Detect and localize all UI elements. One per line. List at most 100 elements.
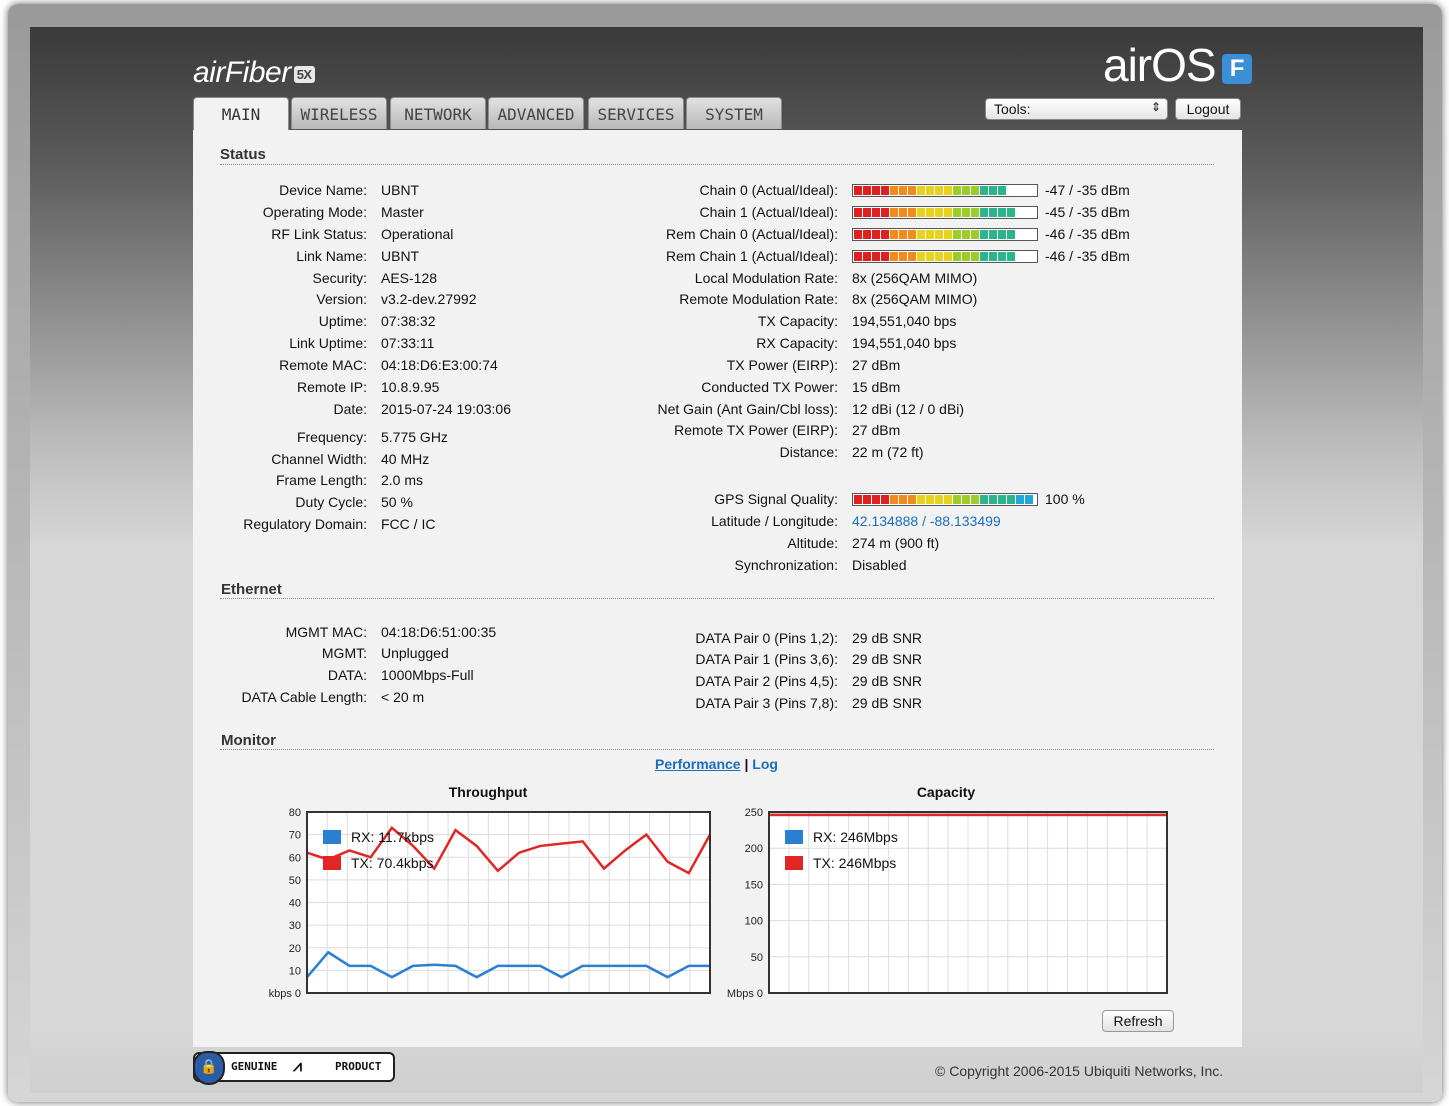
data-cable-length-label: DATA Cable Length: <box>241 689 367 705</box>
signal-cell <box>962 252 970 261</box>
latitude-longitude-label: Latitude / Longitude: <box>711 513 838 529</box>
signal-cell <box>962 230 970 239</box>
data-pair-2-pins-4-5-value: 29 dB SNR <box>852 673 923 689</box>
data-pair-0-pins-1-2-value: 29 dB SNR <box>852 630 923 646</box>
operating-mode-label: Operating Mode: <box>262 204 367 220</box>
data-pair-1-pins-3-6-value: 29 dB SNR <box>852 651 923 667</box>
rf-link-status-value: Operational <box>381 226 454 242</box>
data-pair-0-pins-1-2-label: DATA Pair 0 (Pins 1,2): <box>695 630 838 646</box>
signal-cell <box>881 186 889 195</box>
signal-cell <box>1025 186 1033 195</box>
gps-signal-bar <box>852 493 1038 506</box>
net-gain-ant-gain-cbl-loss-value: 12 dBi (12 / 0 dBi) <box>852 401 965 417</box>
signal-cell <box>962 186 970 195</box>
airos-logo: airOS F <box>1103 38 1252 92</box>
channel-width-label: Channel Width: <box>271 451 367 467</box>
version-label: Version: <box>316 291 367 307</box>
distance-label: Distance: <box>779 444 838 460</box>
status-section-title: Status <box>220 146 266 163</box>
signal-cell <box>989 495 997 504</box>
signal-cell <box>863 230 871 239</box>
link-separator: | <box>744 756 749 772</box>
signal-cell <box>854 230 862 239</box>
signal-cell <box>1025 230 1033 239</box>
signal-cell <box>953 208 961 217</box>
y-tick-label: 10 <box>289 965 301 977</box>
remote-ip-value: 10.8.9.95 <box>381 379 440 395</box>
performance-link[interactable]: Performance <box>655 756 741 772</box>
data-pair-2-pins-4-5-label: DATA Pair 2 (Pins 4,5): <box>695 673 838 689</box>
latitude-longitude-value[interactable]: 42.134888 / -88.133499 <box>852 511 1001 531</box>
signal-cell <box>926 252 934 261</box>
signal-cell <box>1025 252 1033 261</box>
mgmt-label: MGMT: <box>321 645 367 661</box>
legend-swatch-rx-11-7kbps <box>323 830 341 844</box>
y-tick-label: 40 <box>289 898 301 910</box>
signal-cell <box>872 186 880 195</box>
y-tick-label: 30 <box>289 920 301 932</box>
uptime-label: Uptime: <box>318 313 367 329</box>
signal-cell <box>980 252 988 261</box>
tab-services[interactable]: SERVICES <box>588 97 684 129</box>
signal-cell <box>1016 495 1024 504</box>
y-tick-label: 60 <box>289 852 301 864</box>
signal-cell <box>971 252 979 261</box>
ethernet-divider <box>220 598 1214 599</box>
signal-cell <box>944 252 952 261</box>
rem-chain-1-actual-ideal-label: Rem Chain 1 (Actual/Ideal): <box>666 248 838 264</box>
legend-label: RX: 11.7kbps <box>351 829 434 845</box>
logout-button[interactable]: Logout <box>1175 98 1241 120</box>
signal-cell <box>908 230 916 239</box>
signal-cell <box>989 208 997 217</box>
signal-cell <box>971 495 979 504</box>
regulatory-domain-label: Regulatory Domain: <box>243 516 367 532</box>
signal-cell <box>1025 495 1033 504</box>
mgmt-value: Unplugged <box>381 645 449 661</box>
signal-cell <box>935 495 943 504</box>
signal-cell <box>998 186 1006 195</box>
link-uptime-value: 07:33:11 <box>381 335 435 351</box>
chain-1-actual-ideal-value: -45 / -35 dBm <box>1045 204 1130 220</box>
signal-cell <box>980 208 988 217</box>
capacity-chart-title: Capacity <box>916 784 976 800</box>
status-divider <box>220 164 1214 165</box>
conducted-tx-power-label: Conducted TX Power: <box>701 379 838 395</box>
tab-advanced[interactable]: ADVANCED <box>488 97 584 129</box>
signal-cell <box>1007 230 1015 239</box>
synchronization-label: Synchronization: <box>734 557 838 573</box>
signal-cell <box>935 252 943 261</box>
genuine-product-badge: 🔒 GENUINE ⩘ PRODUCT <box>193 1051 395 1085</box>
link-name-label: Link Name: <box>296 248 367 264</box>
signal-cell <box>917 252 925 261</box>
rx-capacity-label: RX Capacity: <box>756 335 838 351</box>
tab-main[interactable]: MAIN <box>193 97 289 131</box>
logo-fiber-text: Fiber <box>224 56 291 89</box>
chain-1-actual-ideal-signal-bar <box>852 206 1038 219</box>
log-link[interactable]: Log <box>752 756 778 772</box>
throughput-chart: kbps 0 10 20 30 40 50 60 70 80 RX: 11.7kbps TX: 70… <box>269 807 712 1000</box>
signal-cell <box>863 495 871 504</box>
refresh-button[interactable]: Refresh <box>1102 1010 1174 1032</box>
channel-width-value: 40 MHz <box>381 451 430 467</box>
tab-network[interactable]: NETWORK <box>390 97 486 129</box>
rem-chain-1-actual-ideal-value: -46 / -35 dBm <box>1045 248 1130 264</box>
chain-0-actual-ideal-signal-bar <box>852 184 1038 197</box>
tools-select-value: Tools: <box>994 101 1031 117</box>
signal-cell <box>1016 208 1024 217</box>
synchronization-value: Disabled <box>852 557 907 573</box>
y-tick-label: 50 <box>289 875 301 887</box>
signal-cell <box>899 495 907 504</box>
frequency-value: 5.775 GHz <box>381 429 448 445</box>
security-label: Security: <box>312 270 367 286</box>
tab-wireless[interactable]: WIRELESS <box>291 97 387 129</box>
signal-cell <box>872 252 880 261</box>
signal-cell <box>881 208 889 217</box>
signal-cell <box>998 208 1006 217</box>
signal-cell <box>890 230 898 239</box>
tools-select[interactable]: Tools: ⇕ <box>985 98 1168 120</box>
signal-cell <box>908 208 916 217</box>
copyright-text: © Copyright 2006-2015 Ubiquiti Networks,… <box>935 1063 1224 1079</box>
tab-system[interactable]: SYSTEM <box>686 97 782 129</box>
signal-cell <box>1016 252 1024 261</box>
signal-cell <box>908 252 916 261</box>
